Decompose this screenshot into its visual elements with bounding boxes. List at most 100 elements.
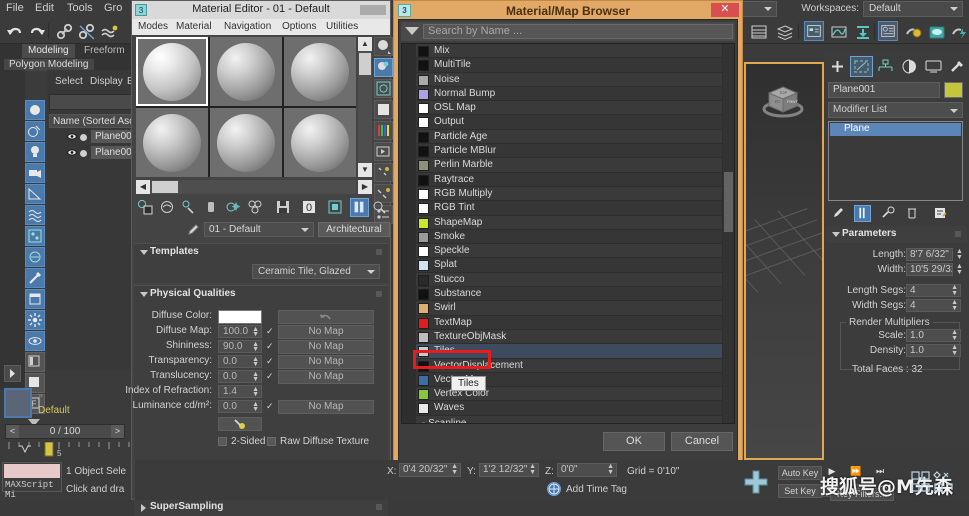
curve-editor-icon[interactable]: [828, 21, 848, 41]
sample-slot-3[interactable]: [284, 37, 356, 106]
viewport[interactable]: RT FRNT TOP: [744, 62, 824, 460]
object-name-input[interactable]: Plane001: [828, 82, 940, 98]
put-material-to-scene-icon[interactable]: [158, 198, 177, 217]
browser-group-row[interactable]: - Scanline: [416, 415, 722, 423]
sample-slot-1[interactable]: [136, 37, 208, 106]
browser-list-item[interactable]: Speckle: [416, 244, 722, 259]
luminance-checkbox[interactable]: ✓: [266, 402, 275, 411]
material-editor-icon[interactable]: [804, 21, 824, 41]
browser-titlebar[interactable]: 3 Material/Map Browser ✕: [394, 1, 742, 19]
browser-list-item[interactable]: Particle MBlur: [416, 144, 722, 159]
rollout-supersampling[interactable]: SuperSampling: [134, 498, 388, 516]
spinner-arrows-icon[interactable]: ▲▼: [252, 386, 259, 398]
modifier-stack-item-plane[interactable]: Plane: [830, 123, 961, 136]
add-time-tag-label[interactable]: Add Time Tag: [566, 484, 627, 495]
diffuse-map-spinner[interactable]: 100.0 ▲ ▼: [218, 325, 262, 338]
browser-list-item[interactable]: Mix: [416, 44, 722, 59]
browser-list-item[interactable]: Splat: [416, 258, 722, 273]
scrollbar-thumb[interactable]: [359, 53, 371, 75]
me-menu-material[interactable]: Material: [176, 21, 212, 32]
menu-tools[interactable]: Tools: [67, 2, 93, 14]
spinner-arrows-icon[interactable]: ▲▼: [252, 401, 259, 413]
filter-cameras-icon[interactable]: [25, 163, 45, 183]
make-preview-icon[interactable]: [374, 142, 393, 161]
template-select[interactable]: Ceramic Tile, Glazed: [252, 264, 380, 279]
add-key-button[interactable]: [742, 468, 770, 496]
tab-modify-icon[interactable]: [850, 56, 873, 77]
spinner-arrows-icon[interactable]: ▲▼: [956, 263, 963, 276]
rollout-supersampling-header[interactable]: SuperSampling: [134, 499, 388, 516]
browser-list-item[interactable]: TextureObjMask: [416, 329, 722, 345]
browser-list-item[interactable]: Waves: [416, 401, 722, 416]
material-editor-titlebar[interactable]: 3 Material Editor - 01 - Default: [132, 1, 390, 19]
shininess-spinner[interactable]: 90.0 ▲ ▼: [218, 340, 262, 353]
scroll-left-icon[interactable]: ◀: [136, 180, 150, 194]
spinner-arrows-icon[interactable]: ▲▼: [529, 463, 536, 476]
spinner-arrows-icon[interactable]: ▲▼: [252, 356, 259, 368]
menu-group[interactable]: Gro: [104, 2, 122, 14]
pin-icon[interactable]: [376, 504, 382, 510]
sample-uv-tiling-icon[interactable]: [374, 100, 393, 119]
options-icon[interactable]: [374, 163, 393, 182]
diffuse-map-button[interactable]: No Map: [278, 325, 374, 339]
minimize-button[interactable]: [360, 5, 386, 15]
translucency-map-button[interactable]: No Map: [278, 370, 374, 384]
sample-type-icon[interactable]: [374, 37, 393, 56]
render-setup-icon[interactable]: [878, 21, 898, 41]
cancel-button[interactable]: Cancel: [671, 432, 733, 451]
pin-icon[interactable]: [955, 231, 961, 237]
two-sided-checkbox[interactable]: [218, 437, 227, 446]
ok-button[interactable]: OK: [603, 432, 665, 451]
diffuse-color-swatch[interactable]: [218, 310, 262, 324]
spinner-arrows-icon[interactable]: ▲▼: [451, 463, 458, 476]
maxscript-input-area[interactable]: [4, 464, 60, 478]
put-to-library-icon[interactable]: [274, 198, 293, 217]
scale-spinner[interactable]: 1.0 ▲ ▼: [906, 329, 961, 342]
scene-explorer-menu-select[interactable]: Select: [55, 76, 83, 87]
rollout-parameters-header[interactable]: Parameters: [826, 226, 967, 243]
auto-key-button[interactable]: Auto Key: [778, 466, 822, 480]
tab-create-icon[interactable]: [826, 56, 849, 77]
render-production-icon[interactable]: [926, 21, 946, 41]
scene-explorer-menu-display[interactable]: Display: [90, 76, 123, 87]
filter-particles-icon[interactable]: [25, 226, 45, 246]
maxscript-mini-listener[interactable]: MAXScript Mi: [2, 462, 62, 500]
scene-explorer-column-header[interactable]: Name (Sorted Ascend: [49, 114, 135, 128]
luminance-preset-button[interactable]: [218, 417, 262, 431]
unlink-icon[interactable]: [76, 21, 96, 41]
material-type-button[interactable]: Architectural: [318, 222, 390, 237]
filter-shapes-icon[interactable]: [25, 121, 45, 141]
expand-chevron-icon[interactable]: »: [38, 390, 43, 400]
sample-slot-5[interactable]: [210, 108, 282, 177]
background-icon[interactable]: [374, 79, 393, 98]
browser-list-item[interactable]: Particle Age: [416, 129, 722, 145]
browser-list-item[interactable]: Substance: [416, 287, 722, 302]
browser-list-item[interactable]: Output: [416, 115, 722, 130]
tab-hierarchy-icon[interactable]: [874, 56, 897, 77]
tab-utilities-icon[interactable]: [946, 56, 969, 77]
scrollbar-thumb[interactable]: [724, 172, 733, 232]
remove-modifier-icon[interactable]: [904, 205, 921, 222]
rollout-templates-header[interactable]: Templates: [134, 244, 388, 261]
redo-icon[interactable]: [26, 21, 46, 41]
browser-list-item[interactable]: ShapeMap: [416, 215, 722, 230]
select-link-icon[interactable]: [54, 21, 74, 41]
browser-list-item[interactable]: Raytrace: [416, 172, 722, 187]
scene-explorer-icon[interactable]: [774, 21, 794, 41]
browser-list-item[interactable]: OSL Map: [416, 101, 722, 116]
render-toggle-dot[interactable]: [80, 134, 87, 141]
spinner-arrows-icon[interactable]: ▲▼: [951, 330, 958, 341]
filter-helpers-icon[interactable]: [25, 184, 45, 204]
transparency-checkbox[interactable]: ✓: [266, 357, 275, 366]
slots-horizontal-scrollbar[interactable]: ◀: [136, 180, 356, 194]
shininess-checkbox[interactable]: ✓: [266, 342, 275, 351]
spinner-arrows-icon[interactable]: ▲▼: [252, 326, 259, 338]
tab-motion-icon[interactable]: [898, 56, 921, 77]
tab-display-icon[interactable]: [922, 56, 945, 77]
assign-material-icon[interactable]: [180, 198, 199, 217]
layer-manager-icon[interactable]: [748, 21, 768, 41]
filter-geometry-icon[interactable]: [25, 100, 45, 120]
time-next-button[interactable]: >: [111, 425, 124, 438]
scroll-up-icon[interactable]: ▲: [358, 37, 372, 51]
undo-icon[interactable]: [4, 21, 24, 41]
